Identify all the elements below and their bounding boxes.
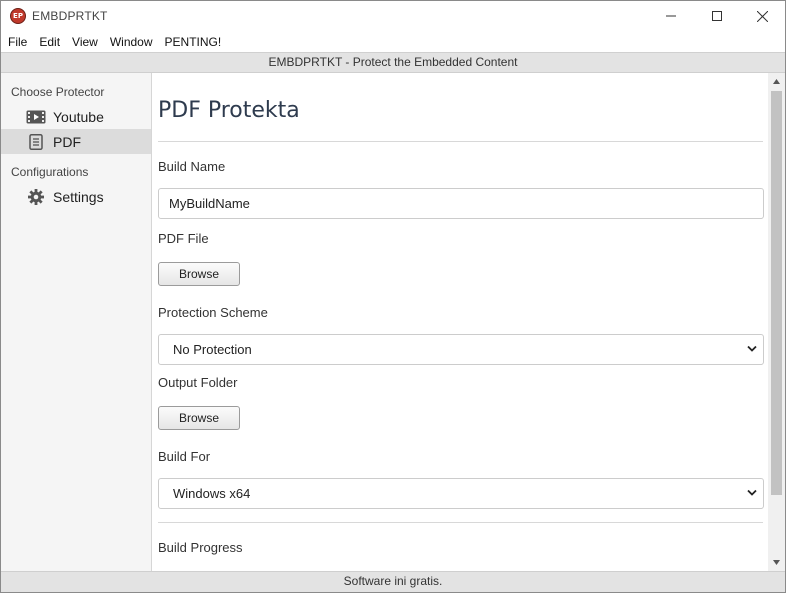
scroll-thumb[interactable] <box>771 91 782 495</box>
sidebar-section-configurations: Configurations <box>11 165 89 179</box>
video-icon <box>26 109 46 125</box>
menu-edit[interactable]: Edit <box>39 35 60 49</box>
main-panel: PDF Protekta Build Name MyBuildName PDF … <box>153 73 768 571</box>
protection-scheme-select[interactable]: No Protection <box>158 334 764 365</box>
app-logo-icon: EP <box>10 8 26 24</box>
pdf-browse-button[interactable]: Browse <box>158 262 240 286</box>
sidebar-section-protector: Choose Protector <box>11 85 105 99</box>
document-icon <box>26 133 46 150</box>
menu-window[interactable]: Window <box>110 35 153 49</box>
arrow-up-icon <box>773 79 780 84</box>
sidebar-item-pdf[interactable]: PDF <box>1 129 151 154</box>
title-bar: EP EMBDPRTKT <box>1 1 785 31</box>
maximize-icon <box>712 11 722 21</box>
close-button[interactable] <box>739 1 785 31</box>
sidebar-item-label: Settings <box>53 188 104 205</box>
build-name-input[interactable]: MyBuildName <box>158 188 764 219</box>
build-name-label: Build Name <box>158 159 226 174</box>
sidebar-item-youtube[interactable]: Youtube <box>1 104 151 129</box>
sidebar-item-label: Youtube <box>53 108 104 125</box>
output-browse-button[interactable]: Browse <box>158 406 240 430</box>
minimize-icon <box>666 15 676 17</box>
sidebar-item-label: PDF <box>53 133 81 150</box>
scroll-up-button[interactable] <box>768 73 785 90</box>
build-progress-label: Build Progress <box>158 540 243 555</box>
header-banner: EMBDPRTKT - Protect the Embedded Content <box>1 52 785 73</box>
sidebar: Choose Protector Youtube PDF Configurati… <box>1 73 152 571</box>
output-folder-label: Output Folder <box>158 375 238 390</box>
chevron-down-icon <box>747 345 757 352</box>
menu-view[interactable]: View <box>72 35 98 49</box>
window-title: EMBDPRTKT <box>32 9 108 23</box>
close-icon <box>756 10 768 22</box>
gear-icon <box>26 188 46 205</box>
app-window: EP EMBDPRTKT File Edit View Window PENTI… <box>0 0 786 593</box>
title-divider <box>158 141 763 142</box>
maximize-button[interactable] <box>694 1 740 31</box>
progress-divider <box>158 522 763 523</box>
scroll-down-button[interactable] <box>768 554 785 571</box>
protection-scheme-value: No Protection <box>173 342 252 357</box>
pdf-file-label: PDF File <box>158 231 209 246</box>
arrow-down-icon <box>773 560 780 565</box>
build-for-label: Build For <box>158 449 211 464</box>
minimize-button[interactable] <box>648 1 694 31</box>
chevron-down-icon <box>747 489 757 496</box>
page-title: PDF Protekta <box>158 98 300 123</box>
vertical-scrollbar[interactable] <box>768 73 785 571</box>
status-bar: Software ini gratis. <box>1 571 785 592</box>
build-for-select[interactable]: Windows x64 <box>158 478 764 509</box>
menu-penting[interactable]: PENTING! <box>165 35 222 49</box>
menu-bar: File Edit View Window PENTING! <box>1 31 785 52</box>
sidebar-item-settings[interactable]: Settings <box>1 184 151 209</box>
protection-scheme-label: Protection Scheme <box>158 305 268 320</box>
build-for-value: Windows x64 <box>173 486 251 501</box>
menu-file[interactable]: File <box>8 35 27 49</box>
